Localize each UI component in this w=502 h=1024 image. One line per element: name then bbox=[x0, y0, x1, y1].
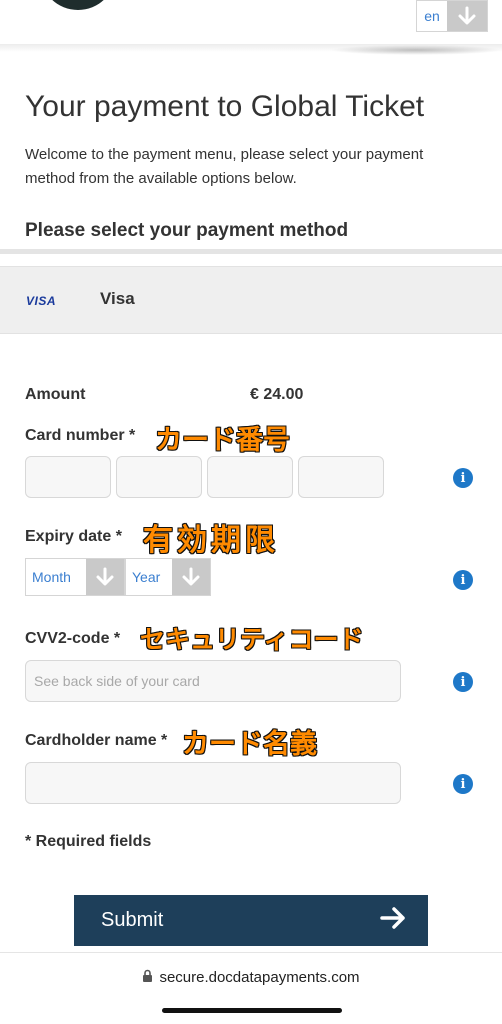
expiry-month-select[interactable]: Month bbox=[25, 558, 125, 596]
submit-label: Submit bbox=[101, 909, 164, 931]
page-title: Your payment to Global Ticket bbox=[25, 90, 425, 123]
arrow-right-icon bbox=[378, 903, 408, 938]
language-select[interactable]: en bbox=[416, 0, 488, 32]
amount-label: Amount bbox=[25, 386, 86, 403]
visa-logo: VISA bbox=[26, 294, 57, 308]
brand-logo bbox=[40, 0, 116, 10]
expiry-month-value: Month bbox=[32, 569, 71, 585]
lock-icon bbox=[142, 969, 153, 986]
info-icon[interactable]: i bbox=[453, 570, 473, 590]
language-value: en bbox=[424, 8, 440, 24]
expiry-date-annotation: 有効期限 bbox=[143, 523, 279, 558]
chevron-down-icon[interactable] bbox=[86, 559, 124, 595]
top-bar: en bbox=[0, 0, 502, 48]
cvv-annotation: セキュリティコード bbox=[140, 625, 364, 654]
submit-button[interactable]: Submit bbox=[74, 895, 428, 946]
card-number-annotation: カード番号 bbox=[155, 425, 290, 456]
expiry-year-select[interactable]: Year bbox=[125, 558, 211, 596]
info-icon[interactable]: i bbox=[453, 672, 473, 692]
required-fields-note: * Required fields bbox=[25, 833, 152, 850]
home-indicator[interactable] bbox=[162, 1008, 342, 1013]
payment-method-name: Visa bbox=[100, 289, 135, 308]
select-method-heading: Please select your payment method bbox=[25, 220, 349, 241]
card-number-label: Card number * bbox=[25, 427, 136, 444]
cardholder-name-label: Cardholder name * bbox=[25, 732, 168, 749]
amount-value: € 24.00 bbox=[250, 386, 304, 403]
card-number-field-2[interactable] bbox=[116, 456, 202, 498]
payment-method-visa[interactable]: VISA Visa bbox=[0, 266, 502, 334]
info-icon[interactable]: i bbox=[453, 468, 473, 488]
page-url: secure.docdatapayments.com bbox=[159, 969, 360, 986]
intro-text: Welcome to the payment menu, please sele… bbox=[25, 146, 424, 187]
cardholder-name-field[interactable] bbox=[25, 762, 401, 804]
browser-address-bar: secure.docdatapayments.com bbox=[0, 952, 502, 1024]
header-shadow-accent bbox=[330, 45, 502, 55]
cvv-field[interactable] bbox=[25, 660, 401, 702]
section-divider bbox=[0, 249, 502, 254]
info-icon[interactable]: i bbox=[453, 774, 473, 794]
cvv-label: CVV2-code * bbox=[25, 630, 121, 647]
chevron-down-icon[interactable] bbox=[172, 559, 210, 595]
expiry-year-value: Year bbox=[132, 569, 161, 585]
card-number-field-4[interactable] bbox=[298, 456, 384, 498]
card-number-field-1[interactable] bbox=[25, 456, 111, 498]
cardholder-name-annotation: カード名義 bbox=[182, 729, 317, 760]
expiry-date-label: Expiry date * bbox=[25, 528, 122, 545]
arrow-down-icon[interactable] bbox=[447, 1, 487, 31]
url-row[interactable]: secure.docdatapayments.com bbox=[0, 969, 502, 986]
card-number-field-3[interactable] bbox=[207, 456, 293, 498]
